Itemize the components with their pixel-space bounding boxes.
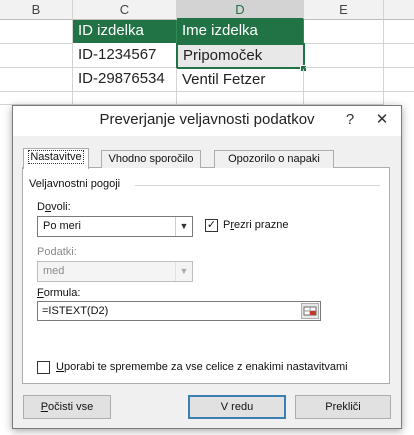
data-select-value: med [43,265,65,277]
column-header-c[interactable]: C [73,0,177,20]
allow-label: Dovoli: [37,201,71,213]
cancel-button[interactable]: Prekliči [295,395,391,419]
dialog-titlebar[interactable]: Preverjanje veljavnosti podatkov ? ✕ [13,106,401,136]
data-validation-dialog: Preverjanje veljavnosti podatkov ? ✕ Nas… [12,105,402,429]
ok-button[interactable]: V redu [188,395,286,419]
cell-d2-active[interactable]: Pripomoček [176,43,305,69]
column-header-e[interactable]: E [304,0,384,20]
data-select[interactable]: med ▼ [37,261,193,282]
cell-c3[interactable]: ID-29876534 [73,68,177,92]
close-icon[interactable]: ✕ [373,110,391,130]
ignore-blank-checkbox[interactable]: ✓ [205,219,218,232]
cell-e1[interactable] [304,20,384,44]
cell-c4[interactable] [73,92,177,105]
ignore-blank-label: Prezri prazne [223,219,289,231]
group-divider [135,185,380,186]
cell-c1-header[interactable]: ID izdelka [73,20,177,44]
settings-panel: Veljavnostni pogoji Dovoli: Po meri ▼ ✓ … [22,168,390,384]
apply-all-checkbox[interactable] [37,361,50,374]
formula-value: =ISTEXT(D2) [42,305,109,317]
cell-e2[interactable] [305,44,384,68]
formula-input[interactable]: =ISTEXT(D2) [37,301,321,321]
validation-criteria-title: Veljavnostni pogoji [29,178,121,190]
allow-select-value: Po meri [43,220,81,232]
cell-b4[interactable] [0,92,73,105]
help-icon[interactable]: ? [341,110,359,130]
cell-b2[interactable] [0,44,73,68]
apply-all-label: Uporabi te spremembe za vse celice z ena… [56,361,348,373]
cell-b1[interactable] [0,20,73,44]
cell-d1-header[interactable]: Ime izdelka [177,20,304,44]
tab-settings-label: Nastavitve [28,150,84,164]
formula-label: Formula: [37,287,81,299]
column-header-f[interactable] [384,0,414,20]
cell-d4[interactable] [177,92,304,105]
cell-d3[interactable]: Ventil Fetzer [177,69,304,92]
clear-all-button[interactable]: Počisti vse [23,395,111,419]
chevron-down-icon: ▼ [175,217,192,236]
column-header-b[interactable]: B [0,0,73,20]
data-label: Podatki: [37,246,77,258]
cell-f2[interactable] [384,44,414,68]
allow-select[interactable]: Po meri ▼ [37,216,193,237]
tab-input-message[interactable]: Vhodno sporočilo [101,150,201,168]
cell-f1[interactable] [384,20,414,44]
tab-error-alert[interactable]: Opozorilo o napaki [214,150,334,168]
cell-c2[interactable]: ID-1234567 [73,44,177,68]
cell-f3[interactable] [384,68,414,92]
column-header-d[interactable]: D [177,0,304,20]
spreadsheet: B C D E ID izdelka Ime izdelka ID-123456… [0,0,414,105]
range-select-icon[interactable] [301,303,319,319]
chevron-down-icon: ▼ [175,262,192,281]
cell-b3[interactable] [0,68,73,92]
cell-e4[interactable] [304,92,384,105]
cell-e3[interactable] [304,68,384,92]
tab-settings[interactable]: Nastavitve [23,148,89,169]
